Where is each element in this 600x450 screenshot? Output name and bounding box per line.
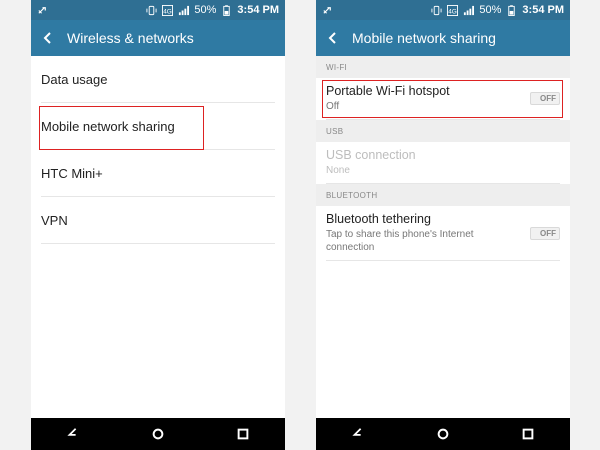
nav-bar (316, 418, 570, 450)
status-bar: 4G 50% 3:54 PM (31, 0, 285, 20)
vibrate-icon (146, 5, 157, 16)
list-item-bluetooth-tethering[interactable]: Bluetooth tethering Tap to share this ph… (326, 206, 560, 261)
back-icon[interactable] (63, 424, 83, 444)
list-item-label: Data usage (41, 71, 108, 87)
battery-percent: 50% (479, 4, 502, 16)
recents-icon[interactable] (233, 424, 253, 444)
list-item-label: HTC Mini+ (41, 165, 103, 181)
list-item-htc-mini[interactable]: HTC Mini+ (41, 150, 275, 197)
nav-bar (31, 418, 285, 450)
clock: 3:54 PM (237, 4, 279, 16)
status-bar: 4G 50% 3:54 PM (316, 0, 570, 20)
highlight-box (322, 80, 563, 118)
list-item-usb-connection[interactable]: USB connection None (326, 142, 560, 184)
item-summary: Tap to share this phone's Internet conne… (326, 229, 474, 253)
settings-list: Data usage Mobile network sharing HTC Mi… (31, 56, 285, 244)
list-item-data-usage[interactable]: Data usage (41, 56, 275, 103)
vibrate-icon (431, 5, 442, 16)
section-header-wifi: WI-FI (316, 56, 570, 78)
svg-text:4G: 4G (449, 8, 458, 15)
back-arrow-icon[interactable] (39, 29, 57, 47)
app-bar: Wireless & networks (31, 20, 285, 56)
svg-text:4G: 4G (164, 8, 173, 15)
bluetooth-tether-toggle[interactable]: OFF (530, 226, 560, 240)
item-title: USB connection (326, 148, 416, 162)
list-item-label: VPN (41, 212, 68, 228)
phone-screen-mobile-sharing: 4G 50% 3:54 PM Mobile network sharing WI… (316, 0, 570, 450)
battery-icon (221, 4, 232, 16)
back-icon[interactable] (348, 424, 368, 444)
phone-screen-wireless: 4G 50% 3:54 PM Wireless & networks Data … (31, 0, 285, 450)
highlight-box (39, 106, 204, 150)
usb-debug-icon (37, 5, 48, 16)
signal-icon (463, 5, 475, 16)
page-title: Mobile network sharing (352, 30, 496, 46)
home-icon[interactable] (148, 424, 168, 444)
app-bar: Mobile network sharing (316, 20, 570, 56)
item-summary: None (326, 165, 350, 176)
lte-icon: 4G (447, 4, 459, 16)
section-header-bluetooth: BLUETOOTH (316, 184, 570, 206)
item-title: Bluetooth tethering (326, 212, 431, 226)
page-title: Wireless & networks (67, 30, 194, 46)
battery-icon (506, 4, 517, 16)
home-icon[interactable] (433, 424, 453, 444)
section-header-usb: USB (316, 120, 570, 142)
clock: 3:54 PM (522, 4, 564, 16)
recents-icon[interactable] (518, 424, 538, 444)
usb-debug-icon (322, 5, 333, 16)
signal-icon (178, 5, 190, 16)
list-item-vpn[interactable]: VPN (41, 197, 275, 244)
back-arrow-icon[interactable] (324, 29, 342, 47)
battery-percent: 50% (194, 4, 217, 16)
lte-icon: 4G (162, 4, 174, 16)
